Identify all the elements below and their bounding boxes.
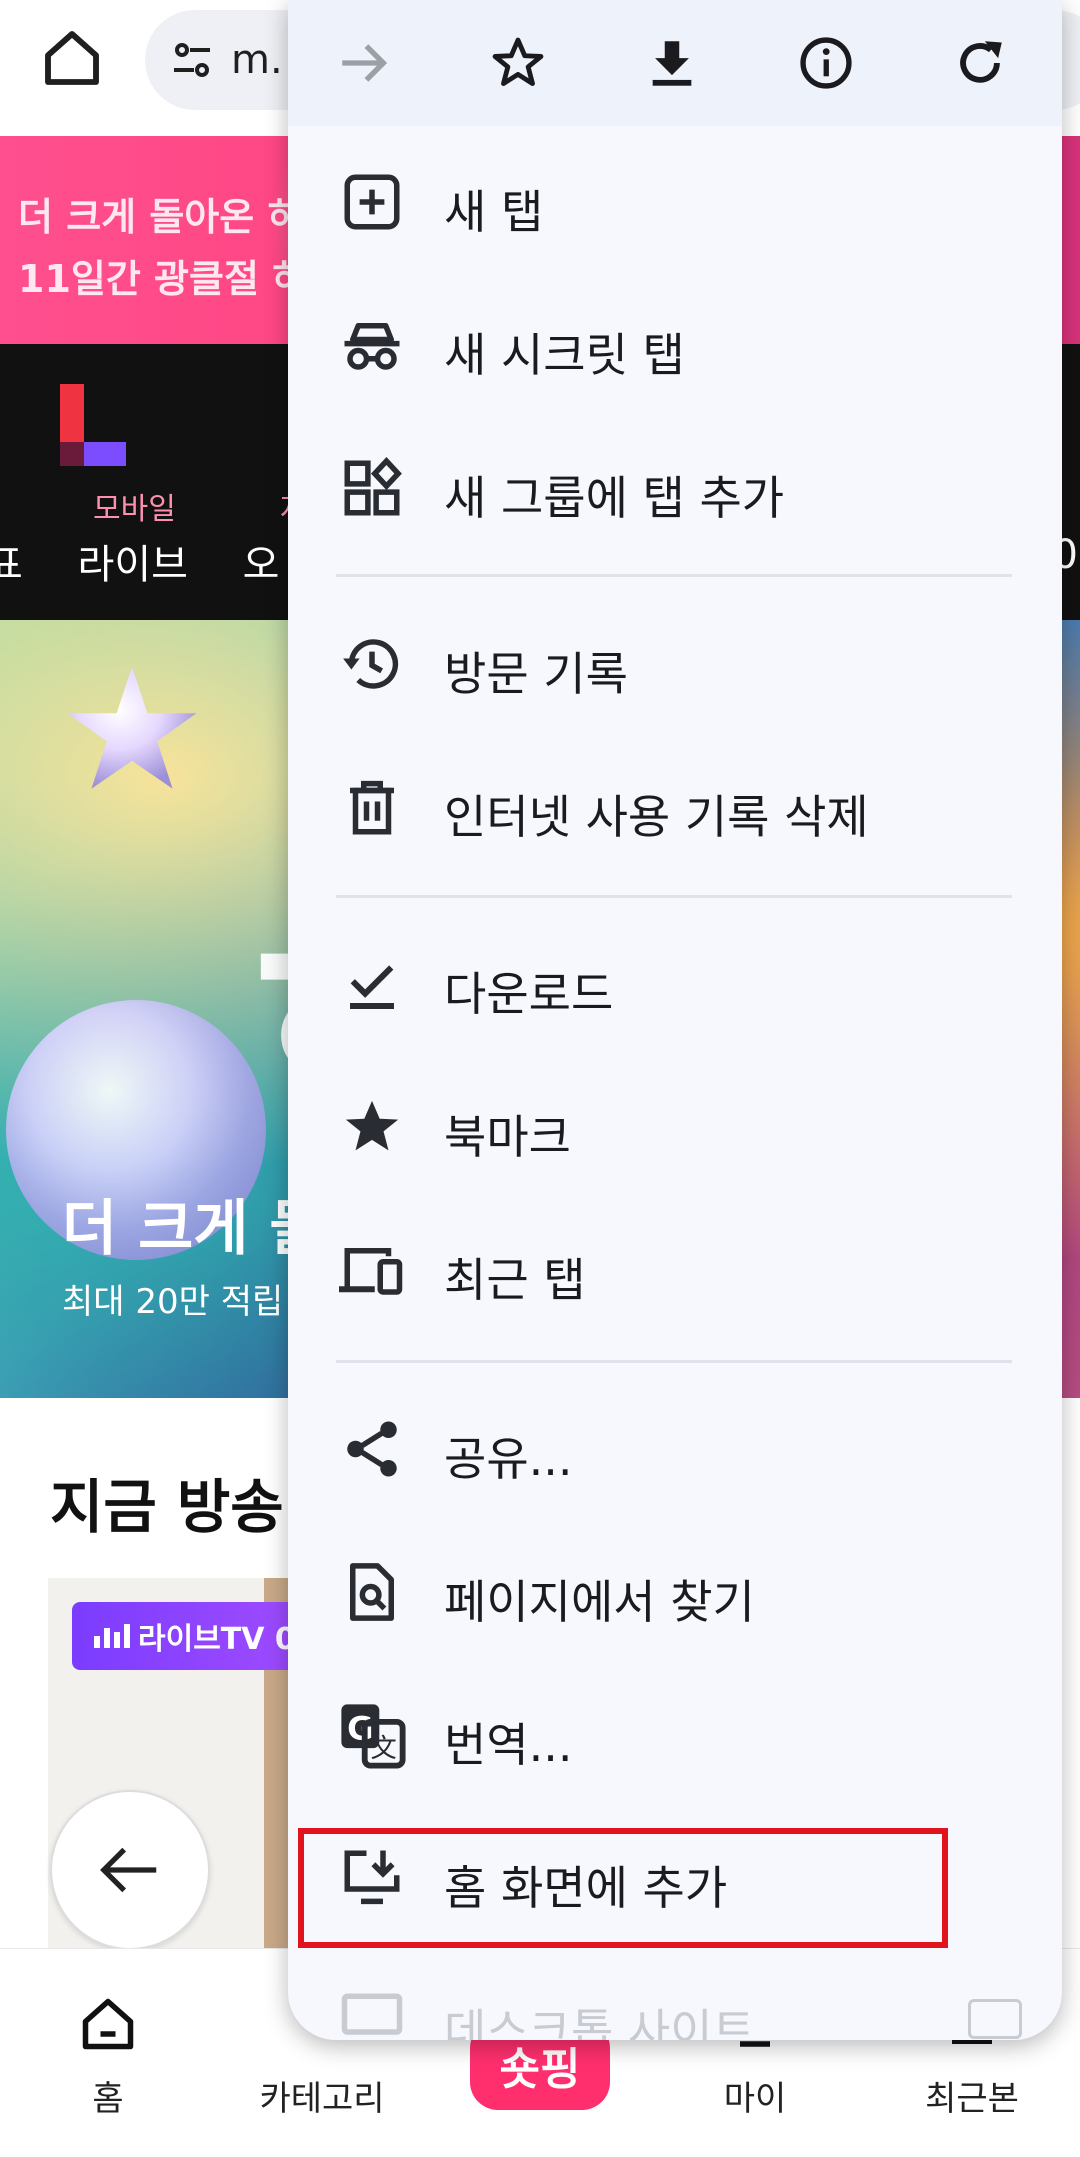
menu-item-label: 새 탭 (444, 185, 544, 239)
url-text[interactable]: m. (231, 37, 283, 83)
highlight-box (298, 1828, 948, 1948)
find-in-page-icon (336, 1556, 408, 1628)
menu-item-downloads[interactable]: 다운로드 (288, 912, 1062, 1055)
nav-home-label: 홈 (92, 2079, 124, 2119)
menu-item-label: 다운로드 (444, 967, 614, 1021)
menu-item-label: 방문 기록 (444, 647, 628, 701)
menu-item-new-tab[interactable]: 새 탭 (288, 130, 1062, 273)
tab-group-icon (336, 452, 408, 524)
desktop-checkbox[interactable] (968, 1999, 1022, 2039)
nav-category-label: 카테고리 (259, 2079, 385, 2119)
bookmark-star-icon[interactable] (473, 18, 563, 108)
menu-divider (336, 574, 1012, 577)
menu-item-find-in-page[interactable]: 페이지에서 찾기 (288, 1520, 1062, 1663)
nav-recent-label: 최근본 (925, 2079, 1019, 2119)
menu-item-label: 새 시크릿 탭 (444, 328, 685, 382)
forward-icon[interactable] (319, 18, 409, 108)
nav-home[interactable]: 홈 (8, 1989, 208, 2120)
arrow-left-icon (100, 1847, 157, 1893)
menu-item-label: 인터넷 사용 기록 삭제 (444, 790, 869, 844)
star-decoration-icon (67, 667, 197, 789)
menu-item-label: 북마크 (444, 1110, 571, 1164)
overflow-menu: 새 탭 새 시크릿 탭 새 그룹에 탭 추가 방문 기록 인터넷 사용 기록 삭… (288, 0, 1062, 2040)
live-badge-text: 라이브TV 0 (138, 1622, 296, 1657)
incognito-icon (336, 309, 408, 381)
menu-item-label: 페이지에서 찾기 (444, 1575, 755, 1629)
desktop-icon (336, 1985, 408, 2040)
menu-toolbar (288, 0, 1062, 126)
category-tabs: 표 라이브 오 (0, 532, 321, 590)
reload-icon[interactable] (935, 18, 1025, 108)
promo-line-1: 더 크게 돌아온 혀 (18, 195, 303, 239)
svg-text:文: 文 (371, 1734, 397, 1764)
live-section-title: 지금 방송 (50, 1473, 284, 1541)
menu-item-label: 공유... (444, 1432, 573, 1486)
hero-subline: 최대 20만 적립 (62, 1282, 284, 1322)
live-tv-badge: 라이브TV 0 (72, 1602, 318, 1670)
share-icon (336, 1413, 408, 1485)
menu-item-label: 최근 탭 (444, 1253, 586, 1307)
tab-item[interactable]: 오 (243, 542, 280, 588)
menu-item-bookmarks[interactable]: 북마크 (288, 1055, 1062, 1198)
translate-icon: G文 (336, 1699, 408, 1771)
back-arrow-button[interactable] (50, 1790, 210, 1950)
home-icon (8, 1989, 208, 2059)
menu-item-share[interactable]: 공유... (288, 1377, 1062, 1520)
info-icon[interactable] (781, 18, 871, 108)
nav-my-label: 마이 (723, 2079, 787, 2119)
home-icon[interactable] (36, 22, 108, 94)
devices-icon (336, 1234, 408, 1306)
menu-divider (336, 895, 1012, 898)
menu-item-label: 새 그룹에 탭 추가 (444, 471, 785, 525)
menu-item-clear-browsing-data[interactable]: 인터넷 사용 기록 삭제 (288, 735, 1062, 878)
trash-icon (336, 771, 408, 843)
menu-item-history[interactable]: 방문 기록 (288, 592, 1062, 735)
menu-item-recent-tabs[interactable]: 최근 탭 (288, 1198, 1062, 1341)
star-icon (336, 1091, 408, 1163)
menu-item-translate[interactable]: G文 번역... (288, 1663, 1062, 1806)
menu-item-add-tab-to-group[interactable]: 새 그룹에 탭 추가 (288, 416, 1062, 559)
site-logo[interactable] (60, 384, 126, 466)
menu-item-desktop-site[interactable]: 데스크톱 사이트 (288, 1949, 1062, 2040)
menu-item-label: 데스크톱 사이트 (444, 2004, 755, 2040)
promo-line-2: 11일간 광클절 혀 (18, 257, 308, 301)
download-icon[interactable] (627, 18, 717, 108)
menu-divider (336, 1360, 1012, 1363)
downloads-icon (336, 948, 408, 1020)
new-tab-icon (336, 166, 408, 238)
site-settings-icon[interactable] (167, 35, 217, 85)
tab-live[interactable]: 라이브 (78, 542, 188, 588)
live-bars-icon (94, 1624, 130, 1648)
history-icon (336, 628, 408, 700)
menu-item-new-incognito-tab[interactable]: 새 시크릿 탭 (288, 273, 1062, 416)
hero-headline: 더 크게 둘 (62, 1194, 325, 1264)
tab-item[interactable]: 표 (0, 542, 23, 588)
logo-sublabel: 모바일 (93, 492, 176, 527)
menu-item-label: 번역... (444, 1718, 573, 1772)
